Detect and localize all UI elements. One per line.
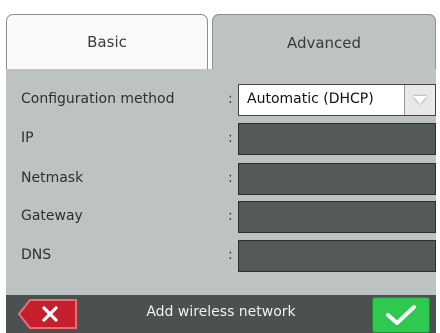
dropdown-button[interactable] bbox=[404, 85, 435, 115]
row-ip: IP : bbox=[6, 123, 436, 155]
row-dns: DNS : bbox=[6, 240, 436, 272]
configuration-method-label: Configuration method bbox=[21, 91, 175, 107]
checkmark-icon bbox=[386, 305, 416, 325]
ip-field[interactable] bbox=[238, 123, 436, 155]
configuration-method-value: Automatic (DHCP) bbox=[247, 91, 374, 107]
row-gateway: Gateway : bbox=[6, 201, 436, 233]
tab-basic-label: Basic bbox=[87, 33, 127, 51]
row-netmask: Netmask : bbox=[6, 163, 436, 195]
tab-advanced-label: Advanced bbox=[286, 33, 362, 52]
row-configuration-method: Configuration method : Automatic (DHCP) bbox=[6, 84, 436, 116]
netmask-field[interactable] bbox=[238, 163, 436, 195]
tab-basic[interactable]: Basic bbox=[6, 14, 208, 70]
gateway-label: Gateway bbox=[21, 208, 83, 224]
gateway-field[interactable] bbox=[238, 201, 436, 233]
gateway-colon: : bbox=[228, 208, 233, 224]
tab-advanced[interactable]: Advanced bbox=[212, 14, 436, 70]
screen: Basic Advanced Configuration method : Au… bbox=[0, 0, 440, 333]
dns-colon: : bbox=[228, 247, 233, 263]
configuration-method-colon: : bbox=[228, 91, 233, 107]
confirm-button[interactable] bbox=[372, 297, 430, 333]
advanced-settings-panel: Configuration method : Automatic (DHCP) … bbox=[6, 69, 436, 295]
ip-colon: : bbox=[228, 130, 233, 146]
dns-field[interactable] bbox=[238, 240, 436, 272]
ip-label: IP bbox=[21, 130, 34, 146]
netmask-label: Netmask bbox=[21, 170, 84, 186]
chevron-down-icon bbox=[413, 96, 427, 104]
netmask-colon: : bbox=[228, 170, 233, 186]
dns-label: DNS bbox=[21, 247, 52, 263]
bottom-bar: Add wireless network bbox=[6, 295, 436, 333]
configuration-method-select[interactable]: Automatic (DHCP) bbox=[238, 84, 436, 116]
tab-bar: Basic Advanced bbox=[0, 0, 440, 70]
